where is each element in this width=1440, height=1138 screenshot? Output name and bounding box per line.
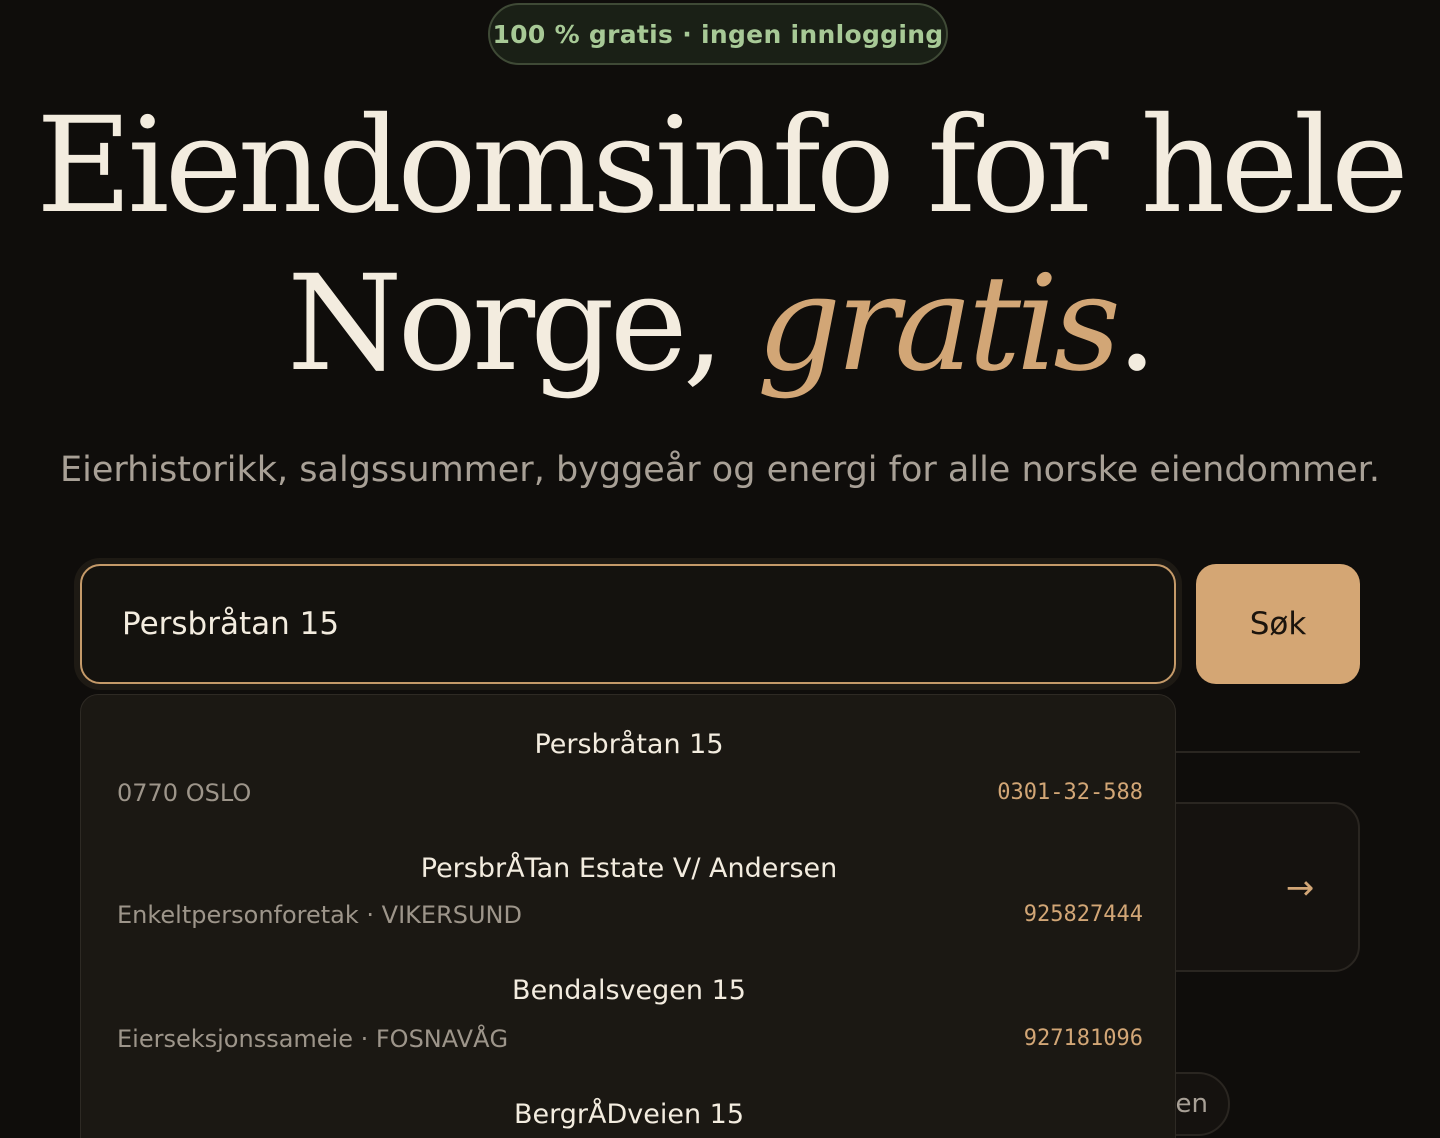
suggestion-id: 927181096 xyxy=(1023,1026,1143,1051)
suggestion-title: Bendalsvegen 15 xyxy=(512,975,746,1006)
hero-title-suffix: . xyxy=(1115,247,1158,401)
suggestion-id: 925827444 xyxy=(1023,902,1143,927)
suggestion-title: PersbrÅTan Estate V/ Andersen xyxy=(420,853,838,884)
suggestion-title: Persbråtan 15 xyxy=(534,729,724,760)
suggestion-item[interactable]: Bendalsvegen 15 Eierseksjonssameie · FOS… xyxy=(81,943,1175,1067)
hero-title-line-2: Norge, gratis. xyxy=(0,258,1440,390)
suggestion-item[interactable]: PersbrÅTan Estate V/ Andersen Enkeltpers… xyxy=(81,819,1175,943)
suggestion-item[interactable]: BergrÅDveien 15 xyxy=(81,1067,1175,1138)
search-input[interactable] xyxy=(80,564,1176,684)
divider xyxy=(1170,751,1360,753)
arrow-right-icon[interactable]: → xyxy=(1280,866,1320,910)
suggestion-item[interactable]: Persbråtan 15 0770 OSLO 0301-32-588 xyxy=(81,695,1175,819)
free-badge: 100 % gratis · ingen innlogging xyxy=(488,3,948,65)
hero-title-line-1: Eiendomsinfo for hele xyxy=(36,89,1409,243)
page: 100 % gratis · ingen innlogging Eiendoms… xyxy=(0,0,1440,1138)
suggestion-subtitle: Eierseksjonssameie · FOSNAVÅG xyxy=(117,1025,509,1053)
suggestions-dropdown: Persbråtan 15 0770 OSLO 0301-32-588 Pers… xyxy=(80,694,1176,1138)
suggestion-id: 0301-32-588 xyxy=(997,780,1143,805)
search-button[interactable]: Søk xyxy=(1196,564,1360,684)
search-box xyxy=(74,558,1182,690)
hero-title-prefix: Norge, xyxy=(287,247,725,401)
hero-title-accent: gratis xyxy=(756,247,1121,401)
suggestion-subtitle: 0770 OSLO xyxy=(117,779,252,807)
suggestion-subtitle: Enkeltpersonforetak · VIKERSUND xyxy=(117,901,522,929)
suggestion-title: BergrÅDveien 15 xyxy=(513,1099,744,1130)
hero-subtitle: Eierhistorikk, salgssummer, byggeår og e… xyxy=(59,450,1380,490)
